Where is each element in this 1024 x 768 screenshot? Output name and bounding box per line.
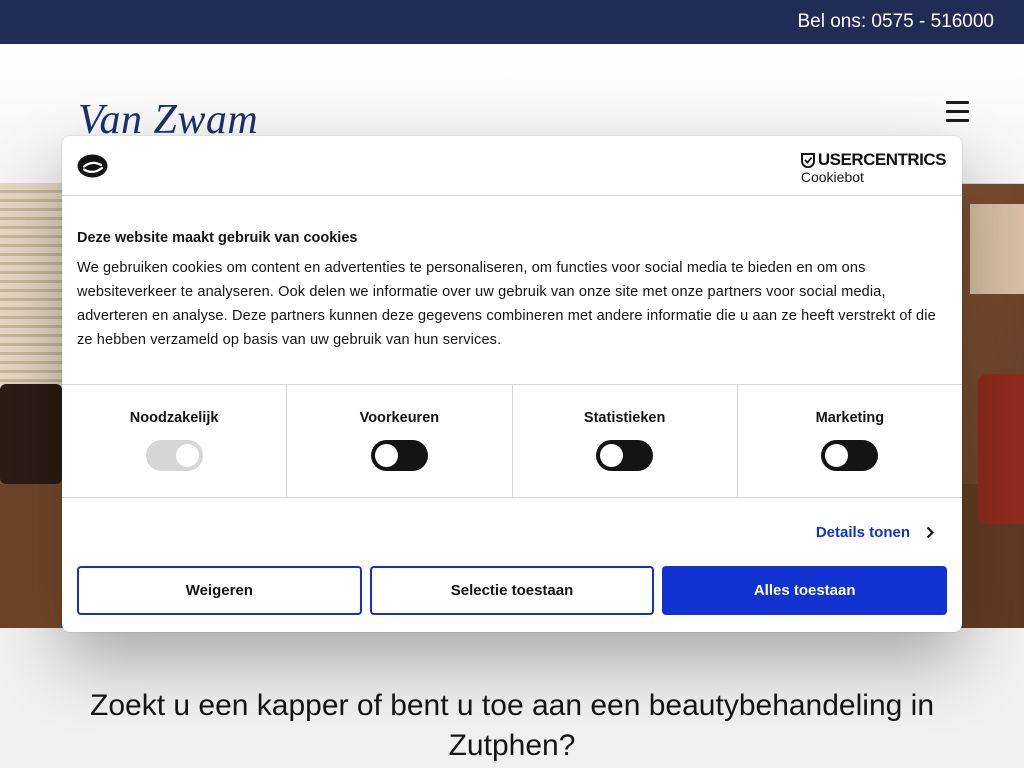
- cookie-dialog-title: Deze website maakt gebruik van cookies: [77, 230, 358, 246]
- toggle-group-statistieken: Statistieken: [513, 385, 738, 497]
- cookie-category-toggles: Noodzakelijk Voorkeuren Statistieken Mar…: [62, 385, 962, 498]
- hero-chair-right: [978, 374, 1024, 524]
- toggle-label: Voorkeuren: [359, 410, 440, 426]
- cookie-buttons: Weigeren Selectie toestaan Alles toestaa…: [62, 566, 962, 615]
- statistics-toggle[interactable]: [596, 440, 654, 471]
- decline-button[interactable]: Weigeren: [77, 566, 362, 615]
- hero-blinds: [0, 184, 62, 404]
- brand-subname: Cookiebot: [800, 169, 864, 185]
- phone-number-link[interactable]: Bel ons: 0575 - 516000: [798, 11, 995, 33]
- details-row: Details tonen: [62, 498, 962, 566]
- hamburger-icon[interactable]: [946, 101, 970, 123]
- cookie-logo-icon: [77, 154, 108, 178]
- page-tagline: Zoekt u een kapper of bent u toe aan een…: [90, 689, 934, 762]
- toggle-label: Marketing: [815, 410, 885, 426]
- usercentrics-shield-icon: [800, 152, 815, 168]
- toggle-group-voorkeuren: Voorkeuren: [287, 385, 513, 497]
- cookiebot-brand[interactable]: USERCENTRICS Cookiebot: [800, 150, 947, 185]
- toggle-label: Noodzakelijk: [129, 410, 219, 426]
- allow-all-button[interactable]: Alles toestaan: [662, 566, 948, 615]
- allow-selection-button[interactable]: Selectie toestaan: [369, 566, 655, 615]
- chevron-right-icon: [926, 526, 934, 539]
- cookie-consent-dialog: USERCENTRICS Cookiebot Deze website maak…: [62, 136, 962, 632]
- necessary-toggle: [145, 440, 203, 471]
- toggle-label: Statistieken: [583, 410, 666, 426]
- cookie-dialog-header: USERCENTRICS Cookiebot: [62, 136, 962, 196]
- cookie-dialog-body: Deze website maakt gebruik van cookies W…: [62, 196, 962, 385]
- toggle-group-marketing: Marketing: [738, 385, 962, 497]
- top-bar: Bel ons: 0575 - 516000: [0, 0, 1024, 44]
- details-toggle-link[interactable]: Details tonen: [816, 524, 934, 541]
- toggle-group-noodzakelijk: Noodzakelijk: [62, 385, 288, 497]
- brand-name: USERCENTRICS: [817, 150, 947, 169]
- details-label: Details tonen: [815, 524, 910, 541]
- hero-portrait: [970, 204, 1024, 294]
- cookie-dialog-text: We gebruiken cookies om content en adver…: [77, 260, 936, 348]
- marketing-toggle[interactable]: [821, 440, 879, 471]
- preferences-toggle[interactable]: [370, 440, 428, 471]
- hero-chair-left: [0, 384, 62, 484]
